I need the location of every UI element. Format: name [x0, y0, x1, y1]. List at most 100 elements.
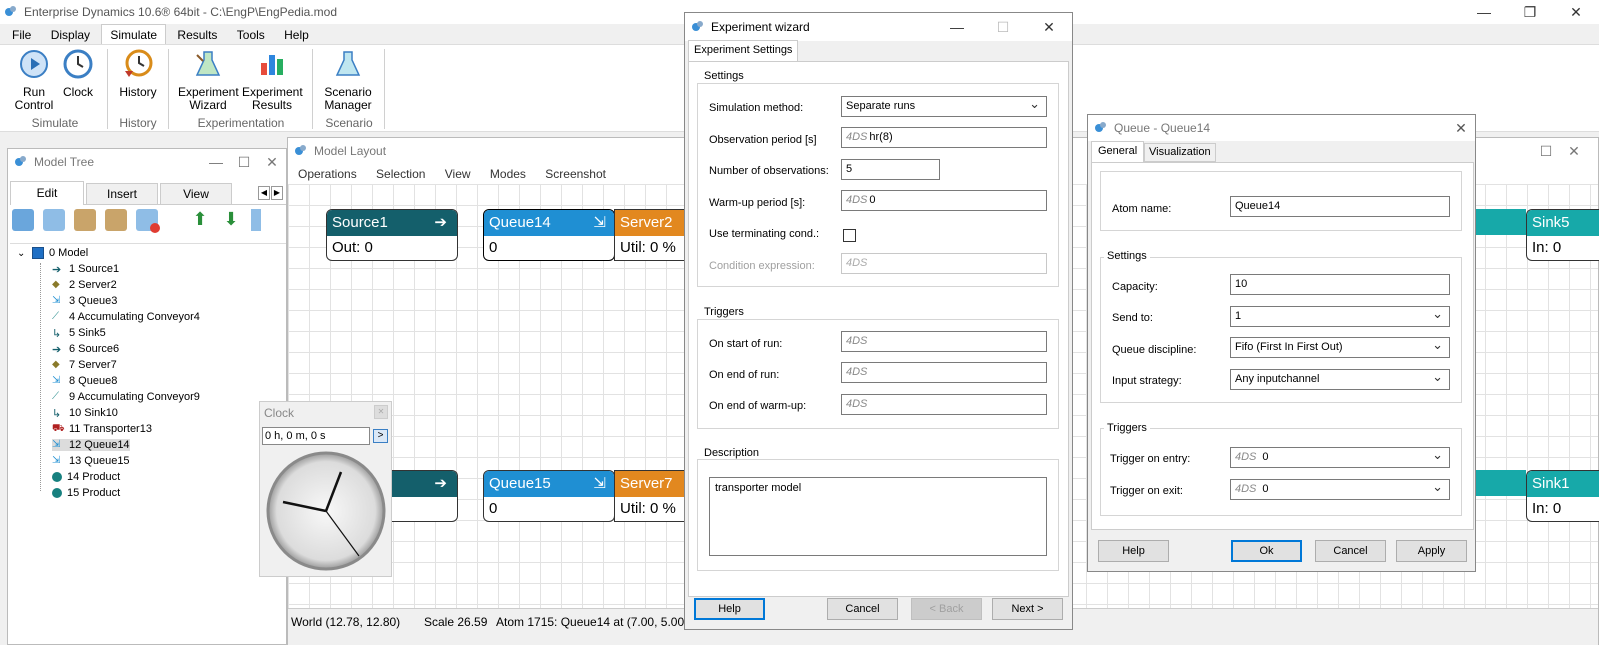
tab-scroll-right-icon[interactable]: ▶: [271, 186, 283, 200]
move-down-icon[interactable]: ⬇: [220, 209, 242, 231]
input-strategy-select[interactable]: Any inputchannel: [1230, 369, 1450, 390]
move-up-icon[interactable]: ⬆: [189, 209, 211, 231]
sim-method-select[interactable]: Separate runs: [841, 96, 1047, 117]
run-control-button[interactable]: Run Control: [12, 49, 56, 112]
trigger-entry-input[interactable]: 4DS 0: [1230, 447, 1450, 468]
tree-item[interactable]: ↳ 10 Sink10: [52, 407, 118, 420]
wizard-next-button[interactable]: Next >: [992, 598, 1063, 620]
menu-display[interactable]: Display: [43, 25, 98, 45]
move-more-icon[interactable]: [251, 209, 261, 231]
on-start-input[interactable]: 4DS: [841, 331, 1047, 352]
layout-close-icon[interactable]: ✕: [1560, 143, 1588, 160]
atom-sink10[interactable]: Sink1 In: 0: [1526, 470, 1599, 522]
tree-close-icon[interactable]: ✕: [258, 154, 286, 171]
clock-button[interactable]: Clock: [60, 49, 96, 99]
atom-queue15[interactable]: Queue15 ⇲ 0: [483, 470, 615, 522]
queue-ok-button[interactable]: Ok: [1231, 540, 1302, 562]
queue-close-icon[interactable]: ✕: [1447, 120, 1475, 137]
tree-item[interactable]: ➔ 1 Source1: [52, 263, 119, 276]
send-to-select[interactable]: 1: [1230, 306, 1450, 327]
wizard-back-button[interactable]: < Back: [911, 598, 982, 620]
menu-simulate[interactable]: Simulate: [101, 24, 167, 45]
server-icon: ◆: [52, 279, 60, 290]
wizard-help-button[interactable]: Help: [694, 598, 765, 620]
tab-view[interactable]: View: [160, 183, 232, 205]
tab-visualization[interactable]: Visualization: [1144, 143, 1216, 162]
atom-sink5[interactable]: Sink5 In: 0: [1526, 209, 1599, 261]
tree-item[interactable]: ➔ 6 Source6: [52, 343, 119, 356]
on-end-input[interactable]: 4DS: [841, 362, 1047, 383]
menu-file[interactable]: File: [4, 25, 39, 45]
tree-minimize-icon[interactable]: —: [202, 154, 230, 171]
tree-item[interactable]: ⟋ 9 Accumulating Conveyor9: [52, 391, 200, 403]
atom-server7[interactable]: Server7 Util: 0 %: [614, 470, 686, 522]
scenario-manager-button[interactable]: Scenario Manager: [318, 49, 378, 112]
warmup-input[interactable]: 4DS 0: [841, 190, 1047, 211]
use-term-checkbox[interactable]: [843, 229, 856, 242]
wizard-cancel-button[interactable]: Cancel: [827, 598, 898, 620]
on-end-warmup-input[interactable]: 4DS: [841, 394, 1047, 415]
tree-item[interactable]: ⇲ 13 Queue15: [52, 455, 130, 467]
clock-close-icon[interactable]: ✕: [374, 405, 388, 419]
tree-item[interactable]: 15 Product: [52, 487, 120, 499]
menu-tools[interactable]: Tools: [229, 25, 273, 45]
layout-menu-operations[interactable]: Operations: [290, 164, 365, 184]
tree-item[interactable]: ◆ 2 Server2: [52, 279, 117, 291]
tree-item[interactable]: ⇲ 8 Queue8: [52, 375, 117, 387]
menu-help[interactable]: Help: [276, 25, 317, 45]
queue-apply-button[interactable]: Apply: [1396, 540, 1467, 562]
tab-experiment-settings[interactable]: Experiment Settings: [688, 40, 799, 62]
experiment-results-button[interactable]: Experiment Results: [242, 49, 303, 112]
tree-item[interactable]: 14 Product: [52, 471, 120, 483]
paste-special-icon[interactable]: [105, 209, 127, 231]
new-atom-icon[interactable]: [12, 209, 34, 231]
layout-menu-screenshot[interactable]: Screenshot: [537, 164, 614, 184]
product-icon: [52, 472, 62, 482]
atom-source1[interactable]: Source1 ➔ Out: 0: [326, 209, 458, 261]
close-icon[interactable]: ✕: [1553, 4, 1599, 21]
layout-menu-modes[interactable]: Modes: [482, 164, 534, 184]
queue-cancel-button[interactable]: Cancel: [1315, 540, 1386, 562]
tab-insert[interactable]: Insert: [86, 183, 158, 205]
tab-general[interactable]: General: [1091, 141, 1145, 163]
history-button[interactable]: History: [116, 49, 160, 99]
delete-atom-icon[interactable]: [136, 209, 160, 233]
restore-icon[interactable]: ❐: [1507, 4, 1553, 21]
trigger-entry-value: 0: [1262, 451, 1269, 463]
obs-period-input[interactable]: 4DS hr(8): [841, 127, 1047, 148]
description-textarea[interactable]: transporter model: [709, 477, 1047, 556]
atom-server2[interactable]: Server2 Util: 0 %: [614, 209, 686, 261]
minimize-icon[interactable]: —: [1461, 4, 1507, 21]
expand-icon[interactable]: ⌄: [17, 248, 25, 259]
menu-results[interactable]: Results: [169, 25, 225, 45]
tree-item[interactable]: ⇲ 12 Queue14: [52, 439, 130, 451]
wizard-close-icon[interactable]: ✕: [1026, 19, 1072, 36]
tree-item[interactable]: ↳ 5 Sink5: [52, 327, 106, 340]
wizard-maximize-icon[interactable]: ☐: [980, 19, 1026, 36]
tree-item[interactable]: ⟋ 4 Accumulating Conveyor4: [52, 311, 200, 323]
experiment-wizard-button[interactable]: Experiment Wizard: [178, 49, 239, 112]
tab-scroll-left-icon[interactable]: ◀: [258, 186, 270, 200]
queue-help-button[interactable]: Help: [1098, 540, 1169, 562]
atom-queue14[interactable]: Queue14 ⇲ 0: [483, 209, 615, 261]
layout-menu-view[interactable]: View: [437, 164, 479, 184]
atom-server2-value: Util: 0 %: [620, 239, 676, 256]
atom-name-input[interactable]: Queue14: [1230, 196, 1450, 217]
discipline-select[interactable]: Fifo (First In First Out): [1230, 337, 1450, 358]
tree-maximize-icon[interactable]: ☐: [230, 154, 258, 171]
tree-item[interactable]: ⇲ 3 Queue3: [52, 295, 117, 307]
copy-atom-icon[interactable]: [43, 209, 65, 231]
paste-icon[interactable]: [74, 209, 96, 231]
layout-menu-selection[interactable]: Selection: [368, 164, 433, 184]
trigger-exit-input[interactable]: 4DS 0: [1230, 479, 1450, 500]
num-obs-input[interactable]: 5: [841, 159, 940, 180]
tab-edit[interactable]: Edit: [10, 181, 84, 205]
tree-item[interactable]: ⛟ 11 Transporter13: [52, 423, 152, 435]
layout-maximize-icon[interactable]: ☐: [1532, 143, 1560, 160]
clock-go-button[interactable]: >: [373, 429, 388, 443]
wizard-minimize-icon[interactable]: —: [934, 19, 980, 36]
tree-item[interactable]: ◆ 7 Server7: [52, 359, 117, 371]
tree-root[interactable]: 0 Model: [32, 247, 88, 259]
capacity-input[interactable]: 10: [1230, 274, 1450, 295]
num-obs-value: 5: [846, 163, 853, 175]
